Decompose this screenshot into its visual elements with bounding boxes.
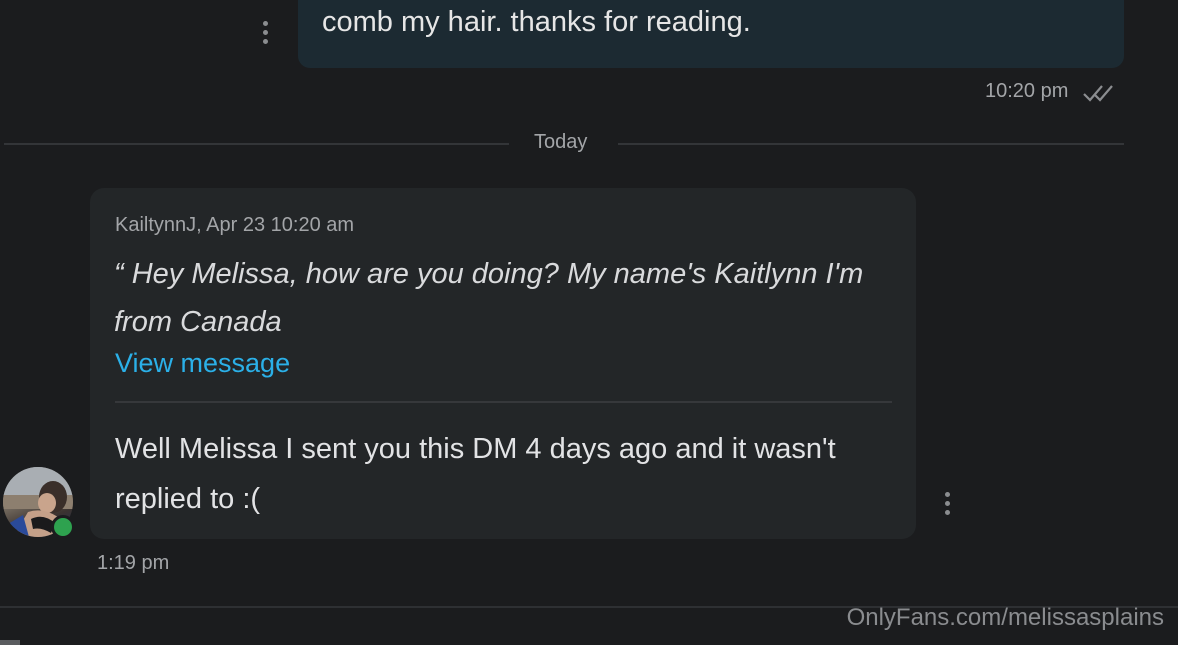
view-message-link[interactable]: View message: [115, 348, 290, 379]
date-divider-line-right: [618, 143, 1124, 145]
outgoing-message-text: comb my hair. thanks for reading.: [322, 6, 751, 38]
input-edge: [0, 640, 20, 645]
quoted-message-meta: KailtynnJ, Apr 23 10:20 am: [115, 214, 355, 236]
message-options-icon[interactable]: [262, 21, 268, 44]
message-options-icon[interactable]: [944, 492, 950, 515]
date-divider-line-left: [4, 143, 509, 145]
quoted-message-text: “ Hey Melissa, how are you doing? My nam…: [114, 258, 864, 338]
outgoing-message-time: 10:20 pm: [985, 80, 1069, 102]
watermark: OnlyFans.com/melissasplains: [846, 604, 1164, 631]
date-divider-label: Today: [534, 131, 588, 153]
incoming-message-text: Well Melissa I sent you this DM 4 days a…: [115, 433, 836, 515]
incoming-message-time: 1:19 pm: [97, 552, 170, 574]
online-status-icon: [51, 515, 75, 539]
double-check-icon: [1083, 85, 1113, 102]
chat-view: comb my hair. thanks for reading. 10:20 …: [0, 0, 1178, 645]
quote-separator: [115, 401, 892, 403]
